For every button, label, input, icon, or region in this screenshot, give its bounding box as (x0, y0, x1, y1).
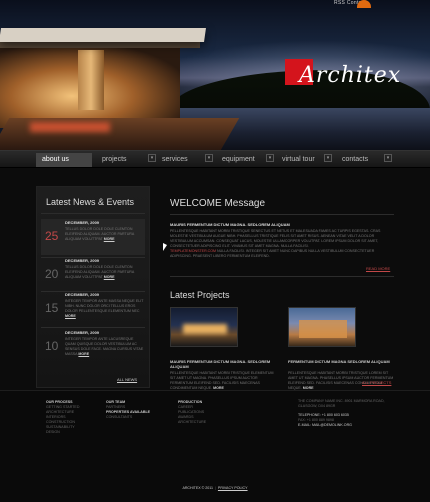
divider (41, 213, 145, 214)
news-text: TELLUS DOLOR DOLE DOLE CLEMTON ELEIFEND … (65, 227, 135, 241)
read-more-link[interactable]: READ MORE (366, 266, 390, 271)
rss-icon[interactable] (357, 0, 371, 8)
chevron-down-icon[interactable]: ▾ (384, 154, 392, 162)
welcome-text-2: TEMPLATEMONSTER.COM NULLA FACILISI. INTE… (170, 249, 375, 258)
deck-cushions (30, 122, 110, 132)
divider (41, 327, 145, 328)
footer-link[interactable]: CONSULTANTS (106, 415, 150, 420)
footer-address: THE COMPANY NAME INC. 8901 MARMORA ROAD,… (298, 399, 385, 408)
footer-col-production: PRODUCTION CAREER PUBLICATIONS AWARDS AR… (178, 400, 206, 425)
projects-title: Latest Projects (170, 290, 230, 300)
footer-link[interactable]: DESIGN (46, 430, 79, 435)
news-day: 20 (45, 267, 59, 281)
news-item[interactable]: 20 DECEMBER, 2009 TELLUS DOLOR DOLE DOLE… (41, 257, 145, 293)
footer-email[interactable]: E-MAIL: MAIL@DEMOLINK.ORG (298, 423, 396, 428)
copyright-text: ARCHITEX © 2011 (182, 486, 213, 490)
mouse-cursor-icon (163, 243, 167, 251)
news-date: DECEMBER, 2009 (65, 330, 100, 335)
news-more-link[interactable]: MORE (65, 314, 76, 318)
footer: OUR PROCESS GETTING STARTED ARCHITECTURE… (0, 390, 430, 502)
news-item[interactable]: 25 DECEMBER, 2009 TELLUS DOLOR DOLE DOLE… (41, 219, 145, 255)
news-item[interactable]: 15 DECEMBER, 2009 INTEGER TEMPOR ANTE MA… (41, 291, 145, 331)
hero-banner: RSS Content Architex (0, 0, 430, 150)
news-more-link[interactable]: MORE (104, 275, 115, 279)
welcome-text: PELLENTESQUE HABITANT MORBI TRISTIQUE SE… (170, 229, 381, 248)
all-projects-link[interactable]: ALL PROJECTS (362, 380, 391, 385)
project-image-villa-dusk[interactable] (288, 307, 356, 347)
divider (170, 214, 394, 215)
chevron-down-icon[interactable]: ▾ (324, 154, 332, 162)
news-text: TELLUS DOLOR DOLE DOLE CLEMTON ELEIFEND … (65, 265, 135, 279)
news-date: DECEMBER, 2009 (65, 258, 100, 263)
chevron-down-icon[interactable]: ▾ (148, 154, 156, 162)
news-more-link[interactable]: MORE (104, 237, 115, 241)
chevron-down-icon[interactable]: ▾ (266, 154, 274, 162)
welcome-title: WELCOME Message (170, 198, 266, 209)
footer-contact: THE COMPANY NAME INC. 8901 MARMORA ROAD,… (298, 399, 396, 428)
privacy-policy-link[interactable]: PRIVACY POLICY (218, 486, 248, 490)
project-text: PELLENTESQUE HABITANT MORBI TRISTIQUE EL… (170, 371, 274, 390)
pavilion-roof (0, 28, 206, 42)
site-logo[interactable]: Architex (285, 59, 403, 95)
news-title: Latest News & Events (46, 197, 135, 207)
stone-column (78, 50, 104, 110)
news-text: INTEGER TEMPOR ANTE MASSA NEQUE ELIT NIB… (65, 299, 144, 318)
nav-services[interactable]: services (156, 153, 204, 167)
project-title: MAURIS FERMENTUM DICTUM MAGNA. SEDLOREM … (170, 359, 271, 369)
nav-projects[interactable]: projects (96, 153, 148, 167)
footer-link[interactable]: ARCHITECTURE (178, 420, 206, 425)
news-date: DECEMBER, 2009 (65, 220, 100, 225)
project-title: FERMENTUM DICTUM MAGNA SEDLOREM ALIQUAM (288, 359, 390, 364)
nav-virtual-tour[interactable]: virtual tour (276, 153, 328, 167)
copyright: ARCHITEX © 2011 | PRIVACY POLICY (182, 486, 248, 490)
footer-col-process: OUR PROCESS GETTING STARTED ARCHITECTURE… (46, 400, 79, 435)
chevron-down-icon[interactable]: ▾ (205, 154, 213, 162)
welcome-link[interactable]: TEMPLATEMONSTER.COM (170, 249, 216, 253)
news-date: DECEMBER, 2009 (65, 292, 100, 297)
news-day: 10 (45, 339, 59, 353)
news-panel: Latest News & Events 25 DECEMBER, 2009 T… (36, 186, 167, 388)
news-text: INTEGER TEMPOR ANTE LACUSREQUE QUAM QUIS… (65, 337, 144, 356)
welcome-subtitle: MAURIS FERMENTUM DICTUM MAGNA. SEDLOREM … (170, 222, 290, 227)
divider (170, 276, 394, 277)
nav-about-us[interactable]: about us (36, 153, 92, 167)
footer-col-team: OUR TEAM PARTNERS PROPERTIES AVAILABLE C… (106, 400, 150, 420)
logo-text: Architex (299, 63, 402, 88)
news-day: 15 (45, 301, 59, 315)
nav-equipment[interactable]: equipment (216, 153, 266, 167)
all-news-link[interactable]: ALL NEWS (117, 377, 137, 382)
news-day: 25 (45, 229, 59, 243)
main-navigation: about us projects ▾ services ▾ equipment… (0, 150, 430, 168)
roof-shadow (0, 42, 200, 48)
news-more-link[interactable]: MORE (78, 352, 89, 356)
nav-contacts[interactable]: contacts (336, 153, 388, 167)
project-image-villa-night[interactable] (170, 307, 238, 347)
news-item[interactable]: 10 DECEMBER, 2009 INTEGER TEMPOR ANTE LA… (41, 329, 145, 369)
